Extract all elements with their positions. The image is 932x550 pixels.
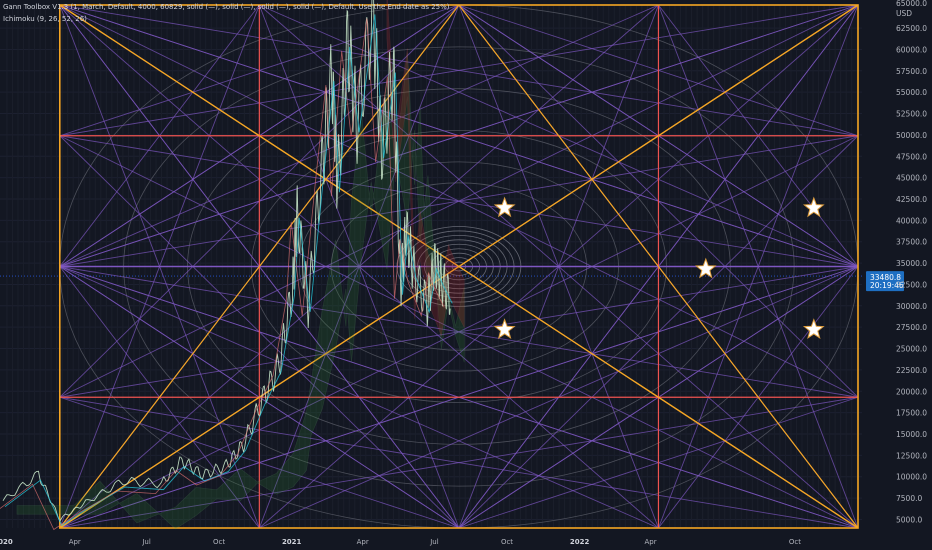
x-tick-label: Apr <box>644 538 656 546</box>
y-tick-label: 62500.0 <box>896 24 927 33</box>
ichimoku-legend[interactable]: Ichimoku (9, 26, 52, 26) <box>3 15 87 23</box>
time-axis[interactable]: 2020 Apr Jul Oct 2021 Apr Jul Oct 2022 Apr Oct <box>0 533 932 550</box>
y-tick-label: 57500.0 <box>896 67 927 76</box>
y-tick-label: 7500.0 <box>896 494 922 503</box>
y-tick-label: 12500.0 <box>896 451 927 460</box>
y-tick-label: 25000.0 <box>896 345 927 354</box>
y-tick-label: 60000.0 <box>896 45 927 54</box>
x-tick-label: Apr <box>357 538 369 546</box>
y-tick-label: 50000.0 <box>896 131 927 140</box>
y-tick-label: 52500.0 <box>896 110 927 119</box>
x-tick-label: Apr <box>69 538 81 546</box>
y-tick-label: 40000.0 <box>896 216 927 225</box>
y-tick-label: 22500.0 <box>896 366 927 375</box>
currency-label: USD <box>896 9 912 18</box>
y-tick-label: 10000.0 <box>896 473 927 482</box>
y-tick-label: 30000.0 <box>896 302 927 311</box>
gann-chart[interactable]: 65000.0 USD 33480.8 20:19:46 5000.07500.… <box>0 0 932 550</box>
gann-toolbox-legend[interactable]: Gann Toolbox V1.3 (1, March, Default, 40… <box>3 3 450 11</box>
x-tick-label: Oct <box>213 538 225 546</box>
y-tick-label: 65000.0 <box>896 0 927 8</box>
y-tick-label: 55000.0 <box>896 88 927 97</box>
y-tick-label: 15000.0 <box>896 430 927 439</box>
price-axis[interactable]: 65000.0 USD 33480.8 20:19:46 5000.07500.… <box>865 0 932 533</box>
y-tick-label: 32500.0 <box>896 280 927 289</box>
x-tick-label: Jul <box>141 538 151 546</box>
y-tick-label: 42500.0 <box>896 195 927 204</box>
y-tick-label: 5000.0 <box>896 515 922 524</box>
x-tick-label: Oct <box>501 538 513 546</box>
y-tick-label: 20000.0 <box>896 387 927 396</box>
x-tick-label: 2020 <box>0 538 13 546</box>
x-tick-label: 2022 <box>570 538 590 546</box>
x-tick-label: Jul <box>429 538 439 546</box>
y-tick-label: 47500.0 <box>896 152 927 161</box>
y-tick-label: 27500.0 <box>896 323 927 332</box>
y-tick-label: 37500.0 <box>896 238 927 247</box>
y-tick-label: 17500.0 <box>896 409 927 418</box>
x-tick-label: Oct <box>789 538 801 546</box>
x-tick-label: 2021 <box>282 538 302 546</box>
y-tick-label: 45000.0 <box>896 174 927 183</box>
y-tick-label: 35000.0 <box>896 259 927 268</box>
